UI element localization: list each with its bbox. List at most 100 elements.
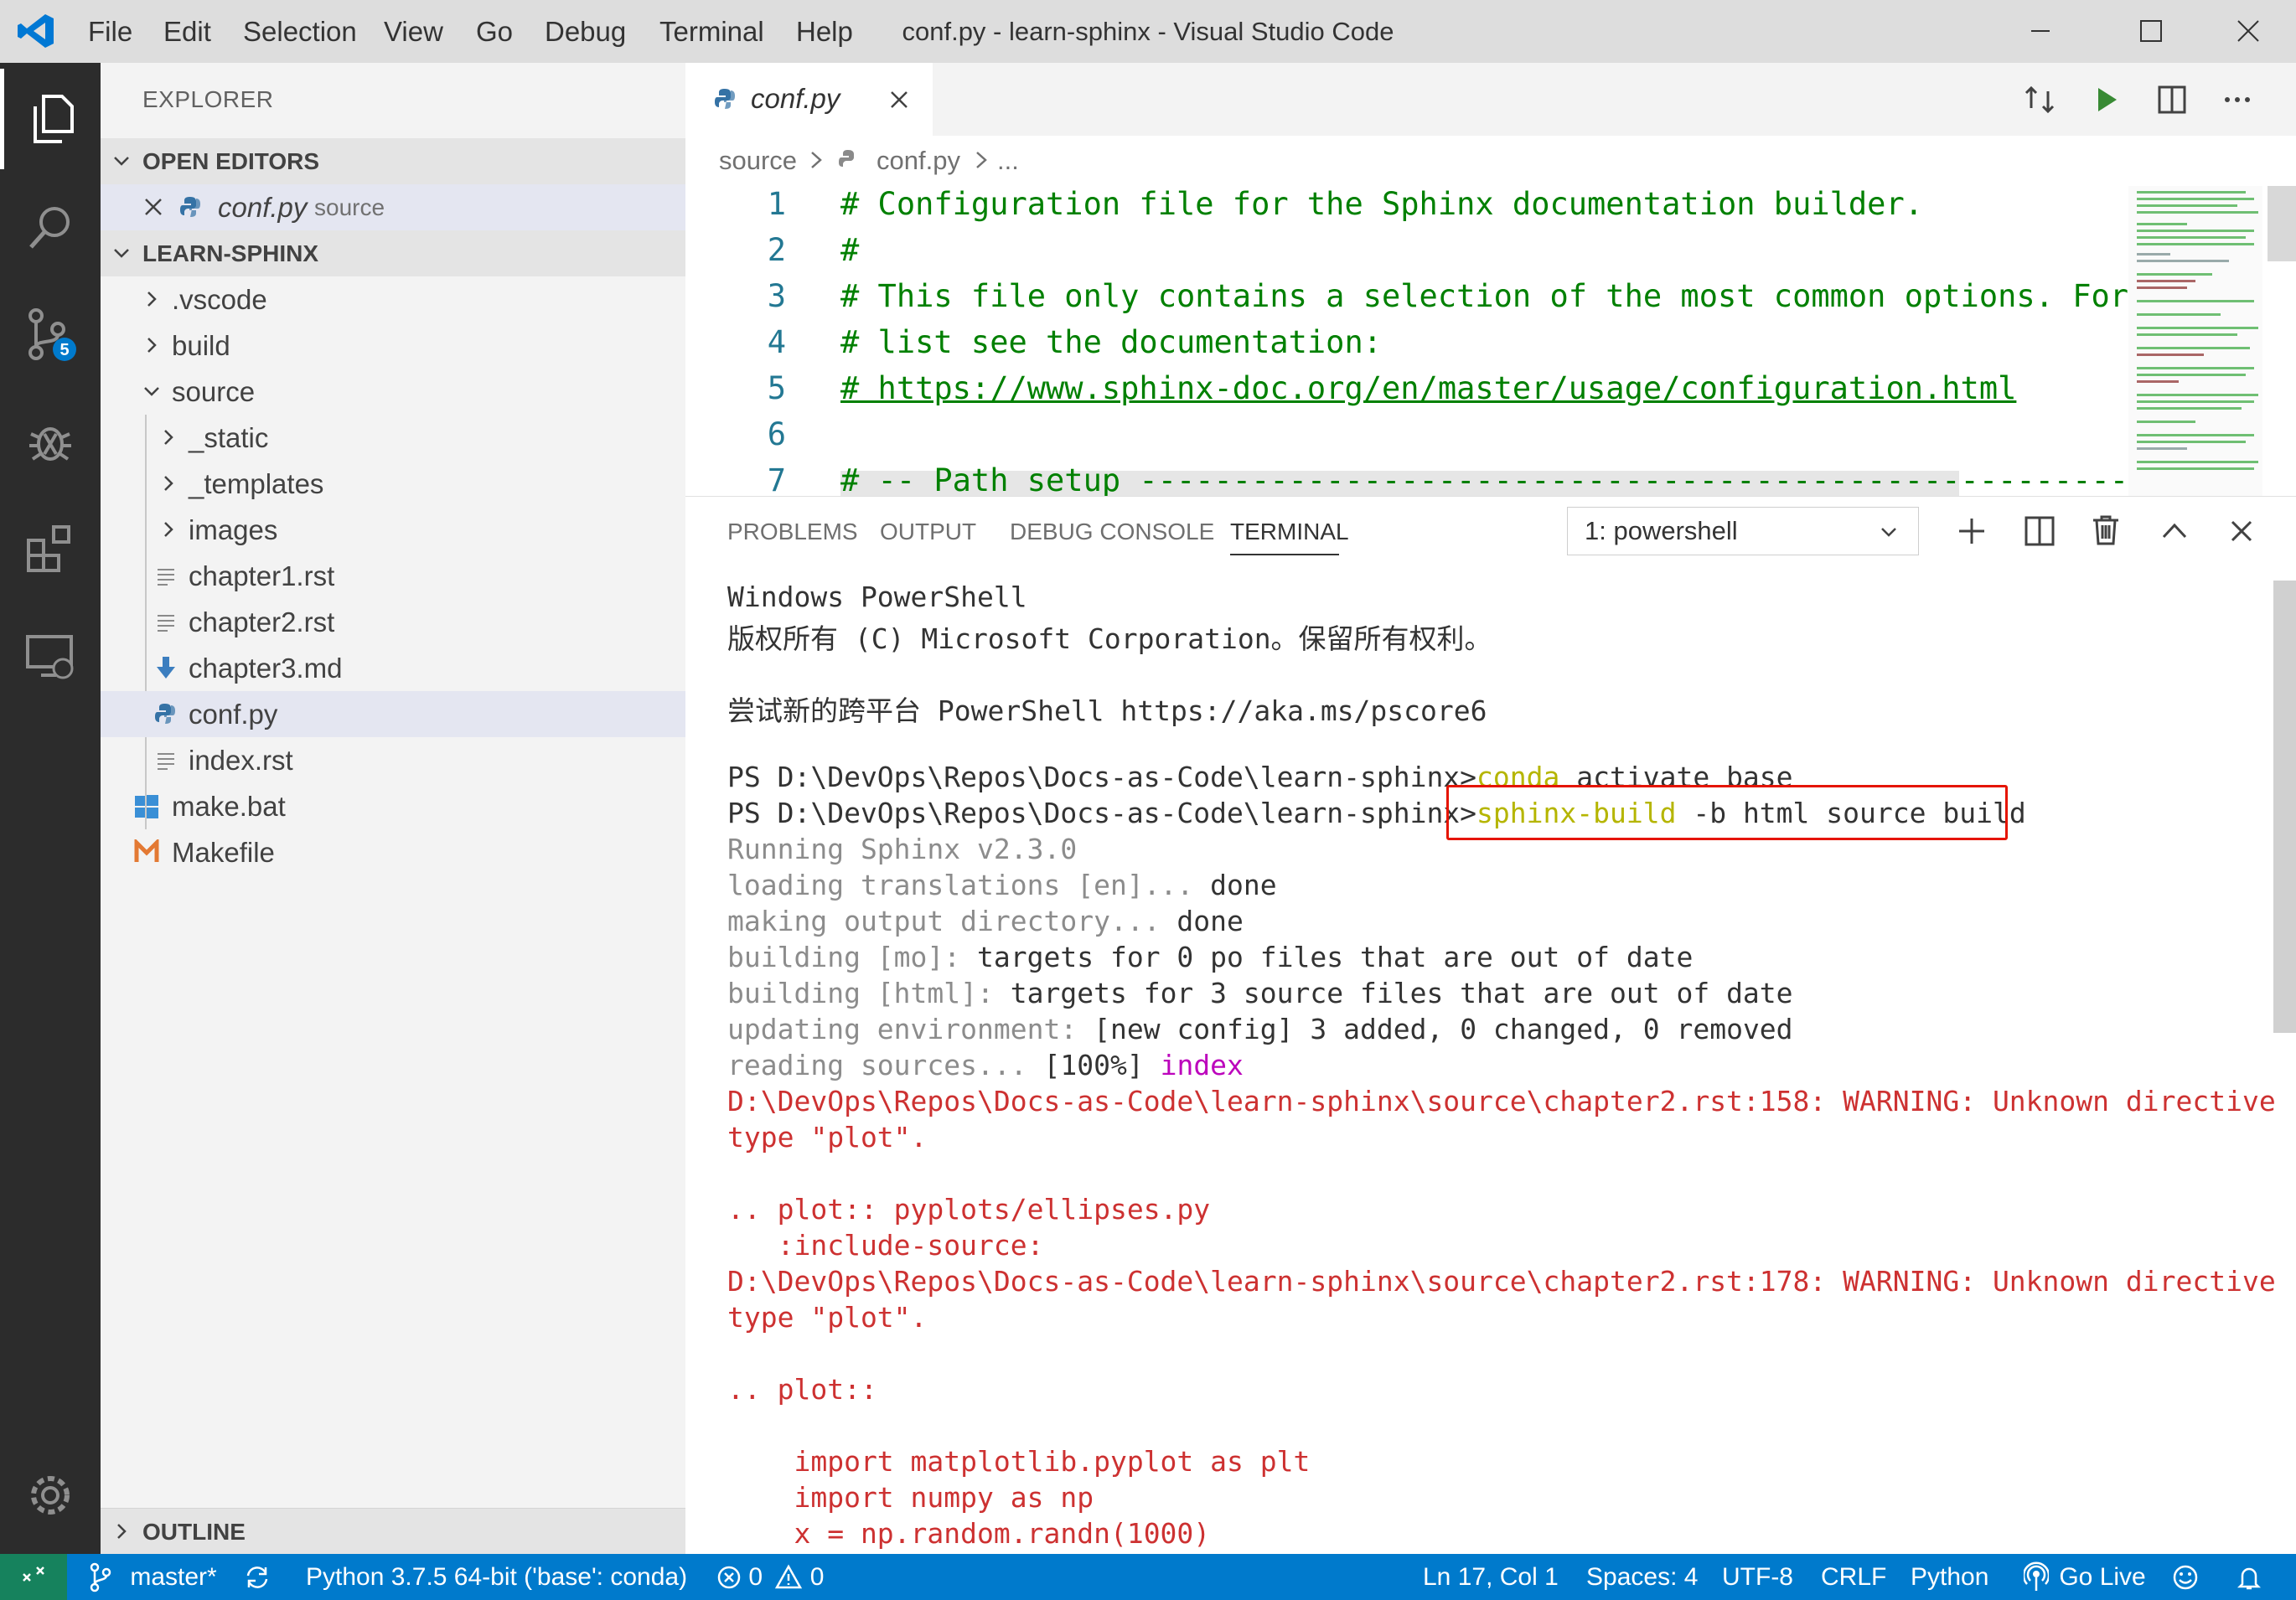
terminal-line: x = np.random.randn(1000): [727, 1517, 1211, 1550]
menu-file[interactable]: File: [88, 0, 132, 63]
tab-terminal[interactable]: TERMINAL: [1230, 519, 1349, 545]
text-file-icon: [154, 749, 178, 772]
open-changes-icon[interactable]: [2023, 83, 2056, 116]
code-line: # -- Path setup ------------------------…: [840, 462, 2185, 496]
menu-debug[interactable]: Debug: [545, 0, 626, 63]
open-editors-label: OPEN EDITORS: [142, 148, 320, 174]
new-terminal-icon[interactable]: [1956, 515, 1988, 547]
tree-item-vscode[interactable]: .vscode: [101, 276, 685, 323]
tab-problems[interactable]: PROBLEMS: [727, 519, 858, 545]
cursor-position[interactable]: Ln 17, Col 1: [1423, 1554, 1559, 1600]
remote-indicator[interactable]: [0, 1554, 67, 1600]
menu-terminal[interactable]: Terminal: [659, 0, 764, 63]
terminal-line: updating environment: [new config] 3 add…: [727, 1013, 1793, 1045]
python-file-icon: [836, 147, 860, 171]
python-interpreter[interactable]: Python 3.7.5 64-bit ('base': conda): [306, 1554, 687, 1600]
tree-item-makebat[interactable]: make.bat: [101, 783, 685, 829]
tree-item-source[interactable]: source: [101, 369, 685, 415]
terminal-line: import numpy as np: [727, 1481, 1094, 1514]
breadcrumb-file[interactable]: conf.py: [877, 146, 960, 176]
terminal-warning: D:\DevOps\Repos\Docs-as-Code\learn-sphin…: [727, 1085, 2276, 1117]
maximize-panel-icon[interactable]: [2159, 515, 2190, 547]
tree-item-static[interactable]: _static: [101, 415, 685, 461]
terminal-select[interactable]: 1: powershell: [1567, 507, 1919, 555]
terminal-line: 版权所有 (C) Microsoft Corporation。保留所有权利。: [727, 622, 1492, 655]
problems-indicator[interactable]: 0 0: [716, 1554, 824, 1600]
source-control-icon[interactable]: 5: [0, 285, 101, 385]
highlight-box: [1446, 785, 2008, 840]
markdown-file-icon: [154, 655, 178, 680]
tree-item-templates[interactable]: _templates: [101, 461, 685, 507]
menu-go[interactable]: Go: [476, 0, 513, 63]
split-terminal-icon[interactable]: [2024, 515, 2056, 547]
menu-selection[interactable]: Selection: [243, 0, 357, 63]
menu-edit[interactable]: Edit: [163, 0, 211, 63]
explorer-icon[interactable]: [0, 69, 101, 169]
tab-debug-console[interactable]: DEBUG CONSOLE: [1010, 519, 1214, 545]
chevron-down-icon: [1878, 521, 1900, 543]
tree-item-chapter3[interactable]: chapter3.md: [101, 645, 685, 691]
close-tab-icon[interactable]: [888, 89, 910, 111]
notifications-bell-icon[interactable]: [2236, 1564, 2262, 1591]
editor-scrollbar[interactable]: [2268, 186, 2296, 261]
search-icon[interactable]: [0, 178, 101, 278]
code-editor[interactable]: 1 # Configuration file for the Sphinx do…: [685, 186, 2296, 496]
tab-confpy[interactable]: conf.py: [685, 63, 933, 136]
tree-item-label: images: [189, 514, 278, 545]
close-editor-icon[interactable]: [142, 196, 164, 218]
tree-item-images[interactable]: images: [101, 507, 685, 553]
project-label: LEARN-SPHINX: [142, 240, 319, 266]
line-ending[interactable]: CRLF: [1821, 1554, 1886, 1600]
trash-icon[interactable]: [2090, 514, 2122, 547]
open-editor-item[interactable]: conf.py source: [101, 184, 685, 230]
code-line: # Configuration file for the Sphinx docu…: [840, 186, 1924, 222]
terminal-line: 尝试新的跨平台 PowerShell https://aka.ms/pscore…: [727, 694, 1487, 727]
terminal[interactable]: Windows PowerShell 版权所有 (C) Microsoft Co…: [685, 572, 2276, 1554]
chevron-down-icon: [111, 150, 132, 172]
sync-icon[interactable]: [243, 1564, 271, 1591]
go-live-button[interactable]: Go Live: [2024, 1554, 2146, 1600]
project-section[interactable]: LEARN-SPHINX: [101, 230, 685, 276]
tree-item-chapter2[interactable]: chapter2.rst: [101, 599, 685, 645]
settings-gear-icon[interactable]: [0, 1445, 101, 1546]
line-number: 3: [767, 278, 786, 314]
menu-view[interactable]: View: [384, 0, 443, 63]
line-number: 1: [767, 186, 786, 222]
terminal-line: import matplotlib.pyplot as plt: [727, 1445, 1311, 1478]
close-panel-icon[interactable]: [2227, 517, 2256, 545]
tree-item-chapter1[interactable]: chapter1.rst: [101, 553, 685, 599]
breadcrumb-source[interactable]: source: [719, 146, 797, 176]
breadcrumb-symbol[interactable]: ...: [997, 146, 1019, 176]
tree-item-makefile[interactable]: Makefile: [101, 829, 685, 875]
minimap[interactable]: [2128, 186, 2262, 496]
terminal-scrollbar[interactable]: [2273, 581, 2296, 1033]
extensions-icon[interactable]: [0, 498, 101, 599]
outline-section[interactable]: OUTLINE: [101, 1508, 685, 1554]
tab-output[interactable]: OUTPUT: [880, 519, 976, 545]
close-window-icon[interactable]: [2236, 18, 2261, 44]
chevron-right-icon: [141, 334, 163, 356]
tree-item-index[interactable]: index.rst: [101, 737, 685, 783]
encoding[interactable]: UTF-8: [1722, 1554, 1793, 1600]
tree-item-confpy[interactable]: conf.py: [101, 691, 685, 737]
active-tab-underline: [1230, 554, 1339, 555]
maximize-icon[interactable]: [2138, 18, 2164, 44]
indentation[interactable]: Spaces: 4: [1586, 1554, 1698, 1600]
code-line-link[interactable]: # https://www.sphinx-doc.org/en/master/u…: [840, 370, 2016, 406]
open-editors-section[interactable]: OPEN EDITORS: [101, 138, 685, 184]
debug-icon[interactable]: [0, 391, 101, 492]
more-actions-icon[interactable]: [2222, 85, 2252, 115]
run-icon[interactable]: [2092, 85, 2122, 115]
tree-item-build[interactable]: build: [101, 323, 685, 369]
feedback-smiley-icon[interactable]: [2172, 1564, 2199, 1591]
branch-indicator[interactable]: master*: [88, 1554, 217, 1600]
menu-help[interactable]: Help: [796, 0, 853, 63]
tab-label: conf.py: [751, 83, 840, 114]
split-editor-icon[interactable]: [2157, 85, 2187, 115]
branch-name: master*: [130, 1563, 217, 1591]
remote-explorer-icon[interactable]: [0, 607, 101, 708]
minimize-icon[interactable]: [2028, 18, 2053, 44]
editor-tab-bar: conf.py: [685, 63, 2296, 136]
terminal-line: building [mo]: targets for 0 po files th…: [727, 941, 1694, 973]
language-mode[interactable]: Python: [1911, 1554, 1988, 1600]
